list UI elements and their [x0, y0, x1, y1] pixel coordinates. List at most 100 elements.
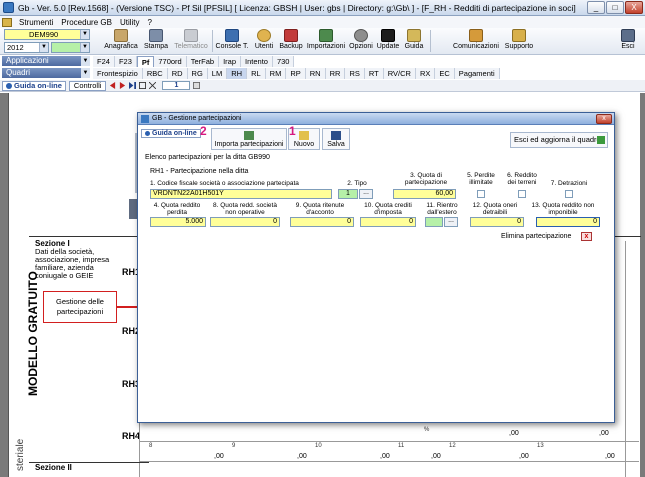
dialog-app-icon — [141, 115, 149, 123]
maximize-button[interactable]: □ — [606, 1, 624, 14]
supporto-button[interactable]: Supporto — [503, 28, 535, 55]
tab-rh[interactable]: RH — [227, 68, 248, 79]
rientro-lookup-button[interactable]: ... — [444, 217, 458, 227]
field-number: 9 — [232, 443, 236, 449]
dialog-guida-button[interactable]: Guida on-line — [141, 129, 201, 138]
tab-irap[interactable]: Irap — [219, 56, 242, 67]
tab-ec[interactable]: EC — [435, 68, 455, 79]
esci-aggiorna-button[interactable]: Esci ed aggiorna il quadro — [510, 132, 608, 148]
copy-page-icon[interactable] — [139, 82, 147, 89]
opzioni-button[interactable]: Opzioni — [348, 28, 374, 55]
tipo-lookup-button[interactable]: ... — [359, 189, 373, 199]
codice-fiscale-input[interactable]: VRDNTN22A01H501Y — [150, 189, 332, 199]
tipo-input[interactable]: 1 — [338, 189, 358, 199]
quota-oneri-input[interactable]: 0 — [470, 217, 524, 227]
page-number-field[interactable]: 1 — [162, 81, 191, 90]
client-combo[interactable]: DEM990 ▼ — [4, 29, 90, 40]
field-number: 11 — [398, 443, 405, 449]
quota-reddito-perdita-input[interactable]: 5.000 — [150, 217, 206, 227]
opzioni-label: Opzioni — [349, 43, 373, 50]
users-icon — [257, 29, 271, 42]
tab-terfab[interactable]: TerFab — [186, 56, 220, 67]
tab-rl[interactable]: RL — [247, 68, 266, 79]
tab-rbc[interactable]: RBC — [142, 68, 168, 79]
tab-rx[interactable]: RX — [415, 68, 436, 79]
tab-intento[interactable]: Intento — [241, 56, 273, 67]
quota-ritenute-input[interactable]: 0 — [290, 217, 354, 227]
quadri-selector[interactable]: Quadri ▼ — [2, 68, 90, 78]
tab-rd[interactable]: RD — [167, 68, 188, 79]
tab-rt[interactable]: RT — [364, 68, 384, 79]
guida-label: Guida — [404, 43, 424, 50]
minimize-button[interactable]: _ — [587, 1, 605, 14]
dialog-close-button[interactable]: x — [596, 114, 612, 124]
supporto-label: Supporto — [504, 43, 534, 50]
delete-page-icon[interactable] — [149, 82, 157, 89]
tab-rp[interactable]: RP — [286, 68, 306, 79]
controlli-button[interactable]: Controlli — [68, 80, 107, 91]
perdite-illimitate-checkbox[interactable] — [477, 190, 485, 198]
menu-utility[interactable]: Utility — [116, 18, 144, 27]
backup-button[interactable]: Backup — [278, 28, 304, 55]
tab-730[interactable]: 730 — [272, 56, 295, 67]
utenti-button[interactable]: Utenti — [251, 28, 277, 55]
telematico-button[interactable]: Telematico — [172, 28, 210, 55]
menu-help[interactable]: ? — [144, 18, 156, 27]
tab-rn[interactable]: RN — [305, 68, 326, 79]
quota-crediti-input[interactable]: 0 — [360, 217, 416, 227]
elimina-partecipazione-button[interactable]: x — [581, 232, 592, 241]
menu-strumenti[interactable]: Strumenti — [15, 18, 57, 27]
console-button[interactable]: Console T. — [214, 28, 250, 55]
tab-f23[interactable]: F23 — [114, 56, 137, 67]
salva-button[interactable]: Salva — [322, 128, 350, 150]
esci-button[interactable]: Esci — [617, 28, 639, 55]
next-page-icon[interactable] — [119, 82, 126, 89]
tab-770ord[interactable]: 770ord — [154, 56, 187, 67]
rientro-estero-input[interactable] — [425, 217, 443, 227]
comunicazioni-button[interactable]: Comunicazioni — [452, 28, 500, 55]
importa-partecipazioni-button[interactable]: Importa partecipazioni — [211, 128, 287, 150]
help-globe-icon — [6, 82, 12, 89]
guida-online-button[interactable]: Guida on-line — [2, 80, 66, 91]
tab-rv-cr[interactable]: RV/CR — [383, 68, 416, 79]
elimina-label: Elimina partecipazione — [501, 233, 572, 240]
chevron-down-icon[interactable]: ▼ — [80, 30, 89, 39]
anagrafica-button[interactable]: Anagrafica — [103, 28, 139, 55]
toolbar-separator — [430, 30, 431, 52]
update-button[interactable]: Update — [375, 28, 401, 55]
tab-rm[interactable]: RM — [265, 68, 287, 79]
modello-gratuito-label: MODELLO GRATUITO — [26, 271, 40, 396]
chevron-down-icon[interactable]: ▼ — [80, 43, 89, 52]
quota-partecipazione-input[interactable]: 60,00 — [393, 189, 456, 199]
tab-rr[interactable]: RR — [325, 68, 346, 79]
filter-combo[interactable]: ▼ — [51, 42, 90, 53]
close-button[interactable]: X — [625, 1, 643, 14]
tab-f24[interactable]: F24 — [93, 56, 115, 67]
salva-label: Salva — [327, 141, 345, 148]
options-icon — [354, 29, 368, 42]
tab-pf[interactable]: Pf — [136, 56, 155, 67]
chevron-down-icon[interactable]: ▼ — [81, 68, 90, 78]
applicazioni-selector[interactable]: Applicazioni ▼ — [2, 56, 90, 66]
tab-lm[interactable]: LM — [207, 68, 228, 79]
previous-page-icon[interactable] — [109, 82, 116, 89]
system-menu-icon[interactable] — [2, 17, 12, 27]
quota-redd-non-operative-input[interactable]: 0 — [210, 217, 280, 227]
page-lookup-icon[interactable] — [193, 82, 201, 89]
chevron-down-icon[interactable]: ▼ — [39, 43, 48, 52]
reddito-terreni-checkbox[interactable] — [518, 190, 526, 198]
chevron-down-icon[interactable]: ▼ — [81, 56, 90, 66]
menu-procedure-gb[interactable]: Procedure GB — [57, 18, 116, 27]
importazioni-button[interactable]: Importazioni — [305, 28, 347, 55]
guida-button[interactable]: Guida — [402, 28, 426, 55]
detrazioni-checkbox[interactable] — [565, 190, 573, 198]
quota-non-imponibile-input[interactable]: 0 — [536, 217, 600, 227]
year-combo[interactable]: 2012 ▼ — [4, 42, 49, 53]
tab-pagamenti[interactable]: Pagamenti — [454, 68, 500, 79]
tab-rs[interactable]: RS — [345, 68, 365, 79]
last-page-icon[interactable] — [129, 82, 137, 89]
tab-rg[interactable]: RG — [187, 68, 208, 79]
tab-frontespizio[interactable]: Frontespizio — [93, 68, 143, 79]
communications-icon — [469, 29, 483, 42]
stampa-button[interactable]: Stampa — [142, 28, 170, 55]
